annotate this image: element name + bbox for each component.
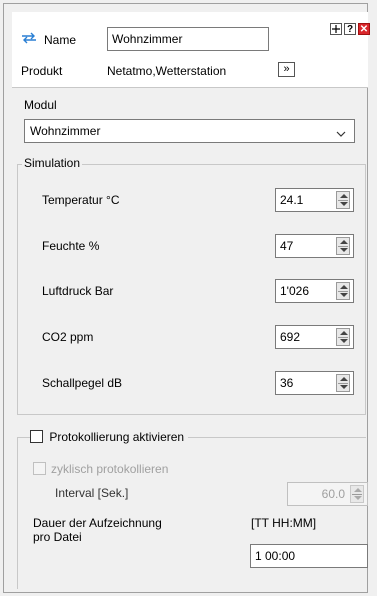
humidity-value: 47	[280, 239, 294, 253]
pressure-stepper[interactable]: 1'026	[275, 279, 354, 303]
move-icon[interactable]	[330, 23, 342, 35]
close-icon[interactable]: ✕	[358, 23, 370, 35]
temperature-label: Temperatur °C	[42, 193, 120, 207]
humidity-stepper[interactable]: 47	[275, 234, 354, 258]
activate-logging-checkbox[interactable]	[30, 430, 43, 444]
chevron-down-icon	[336, 127, 346, 141]
name-input[interactable]: Wohnzimmer	[107, 27, 269, 51]
interval-stepper[interactable]: 60.0	[287, 482, 368, 506]
help-icon[interactable]: ?	[344, 23, 356, 35]
co2-stepper[interactable]: 692	[275, 325, 354, 349]
duration-label-line2: pro Datei	[33, 530, 82, 544]
product-value: Netatmo,Wetterstation	[107, 64, 227, 78]
humidity-label: Feuchte %	[42, 239, 100, 253]
pressure-label: Luftdruck Bar	[42, 284, 114, 298]
interval-value: 60.0	[321, 487, 345, 501]
spin-buttons[interactable]	[336, 191, 350, 209]
noise-label: Schallpegel dB	[42, 376, 123, 390]
module-selected-value: Wohnzimmer	[30, 124, 101, 138]
duration-value: 1 00:00	[255, 549, 296, 563]
co2-value: 692	[280, 330, 301, 344]
cyclic-logging-checkbox[interactable]	[33, 462, 46, 475]
spin-buttons[interactable]	[336, 328, 350, 346]
product-label: Produkt	[21, 64, 63, 78]
module-label: Modul	[24, 98, 57, 112]
duration-label-line1: Dauer der Aufzeichnung	[33, 516, 162, 530]
interval-label: Interval [Sek.]	[55, 486, 129, 500]
cyclic-logging-label: zyklisch protokollieren	[51, 462, 169, 476]
temperature-value: 24.1	[280, 193, 304, 207]
activate-logging-label: Protokollierung aktivieren	[49, 429, 185, 444]
duration-format: [TT HH:MM]	[251, 516, 317, 530]
divider	[12, 87, 368, 88]
simulation-legend: Simulation	[22, 156, 83, 170]
expand-product-button[interactable]: »	[278, 62, 295, 77]
noise-value: 36	[280, 376, 294, 390]
co2-label: CO2 ppm	[42, 330, 94, 344]
name-label: Name	[44, 33, 77, 47]
temperature-stepper[interactable]: 24.1	[275, 188, 354, 212]
noise-stepper[interactable]: 36	[275, 371, 354, 395]
spin-buttons[interactable]	[350, 485, 364, 503]
spin-buttons[interactable]	[336, 237, 350, 255]
link-arrows-icon	[21, 32, 37, 47]
pressure-value: 1'026	[280, 284, 309, 298]
name-input-value: Wohnzimmer	[112, 32, 183, 46]
spin-buttons[interactable]	[336, 282, 350, 300]
logging-legend: Protokollierung aktivieren	[30, 429, 189, 444]
module-select[interactable]: Wohnzimmer	[24, 119, 355, 143]
spin-buttons[interactable]	[336, 374, 350, 392]
duration-input[interactable]: 1 00:00	[250, 544, 368, 568]
